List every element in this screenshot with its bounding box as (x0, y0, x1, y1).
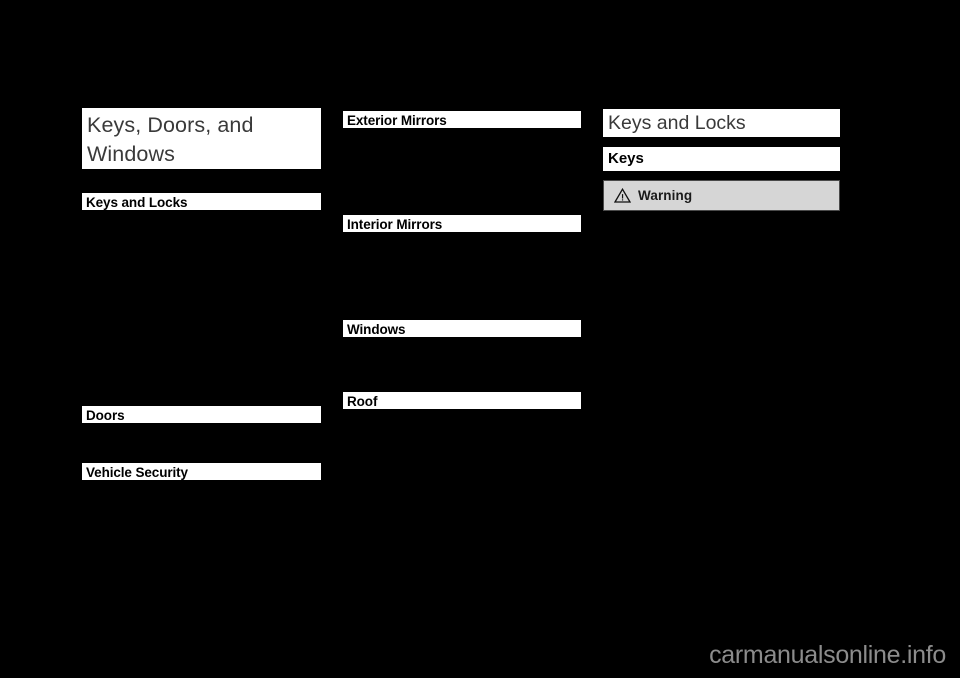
toc-entry-interior-mirrors[interactable]: Interior Mirrors (343, 215, 581, 232)
toc-entry-roof[interactable]: Roof (343, 392, 581, 409)
warning-label: Warning (638, 188, 693, 203)
subsection-title-keys: Keys (603, 147, 840, 171)
warning-callout: Warning (603, 180, 840, 211)
toc-entry-keys-and-locks[interactable]: Keys and Locks (82, 193, 321, 210)
warning-triangle-icon (613, 187, 632, 203)
chapter-title: Keys, Doors, and Windows (82, 108, 321, 169)
manual-page: Keys, Doors, and Windows Keys and Locks … (0, 0, 960, 678)
section-title-keys-and-locks: Keys and Locks (603, 109, 840, 137)
toc-entry-vehicle-security[interactable]: Vehicle Security (82, 463, 321, 480)
toc-entry-windows[interactable]: Windows (343, 320, 581, 337)
watermark: carmanualsonline.info (709, 641, 946, 669)
toc-entry-exterior-mirrors[interactable]: Exterior Mirrors (343, 111, 581, 128)
toc-entry-doors[interactable]: Doors (82, 406, 321, 423)
